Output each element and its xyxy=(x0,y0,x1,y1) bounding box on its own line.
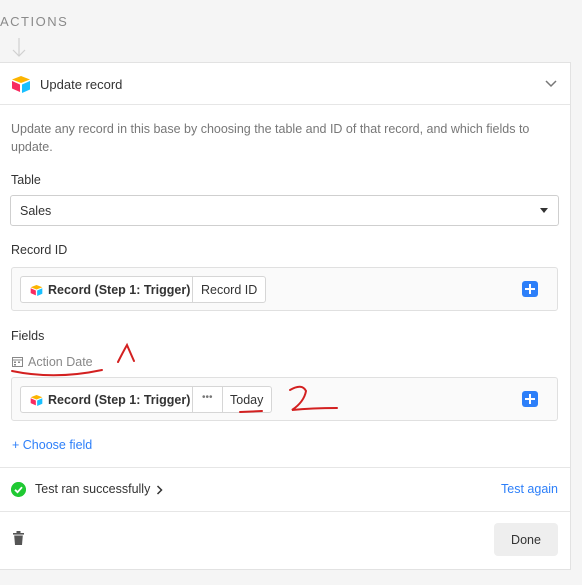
airtable-logo-icon xyxy=(30,285,43,296)
test-again-link[interactable]: Test again xyxy=(501,482,558,496)
test-status[interactable]: Test ran successfully xyxy=(35,482,150,496)
done-button[interactable]: Done xyxy=(494,523,558,556)
airtable-logo-icon xyxy=(12,76,30,93)
trash-icon[interactable] xyxy=(13,531,24,545)
table-select-value: Sales xyxy=(20,204,52,218)
token-separator xyxy=(192,277,193,302)
table-label: Table xyxy=(11,173,41,187)
check-circle-icon xyxy=(11,482,26,497)
action-date-token[interactable]: Record (Step 1: Trigger) ••• Today xyxy=(20,386,272,413)
token-separator xyxy=(222,387,223,412)
action-header[interactable]: Update record xyxy=(0,63,570,105)
airtable-logo-icon xyxy=(30,395,43,406)
chevron-down-icon[interactable] xyxy=(544,78,558,90)
token-source: Record (Step 1: Trigger) xyxy=(48,393,191,407)
token-more[interactable]: ••• xyxy=(202,392,213,403)
table-select[interactable]: Sales xyxy=(10,195,559,226)
action-title: Update record xyxy=(40,77,123,92)
token-field: Today xyxy=(230,393,264,407)
field-name-text: Action Date xyxy=(28,355,93,369)
calendar-icon xyxy=(12,357,23,367)
chevron-right-icon[interactable] xyxy=(156,485,163,495)
dropdown-arrow-icon xyxy=(540,208,548,213)
choose-field-link[interactable]: + Choose field xyxy=(12,438,92,452)
add-token-button[interactable] xyxy=(522,281,538,297)
divider xyxy=(0,511,570,512)
token-field: Record ID xyxy=(201,283,258,297)
action-date-input[interactable]: Record (Step 1: Trigger) ••• Today xyxy=(11,377,558,421)
fields-label: Fields xyxy=(11,329,45,343)
record-id-label: Record ID xyxy=(11,243,68,257)
token-separator xyxy=(192,387,193,412)
action-description: Update any record in this base by choosi… xyxy=(11,122,530,154)
action-card: Update record Update any record in this … xyxy=(0,62,571,570)
record-id-input[interactable]: Record (Step 1: Trigger) Record ID xyxy=(11,267,558,311)
divider xyxy=(0,467,570,468)
token-source: Record (Step 1: Trigger) xyxy=(48,283,191,297)
record-id-token[interactable]: Record (Step 1: Trigger) Record ID xyxy=(20,276,266,303)
flow-arrow-icon xyxy=(12,38,26,57)
add-token-button[interactable] xyxy=(522,391,538,407)
section-label: ACTIONS xyxy=(0,14,69,29)
